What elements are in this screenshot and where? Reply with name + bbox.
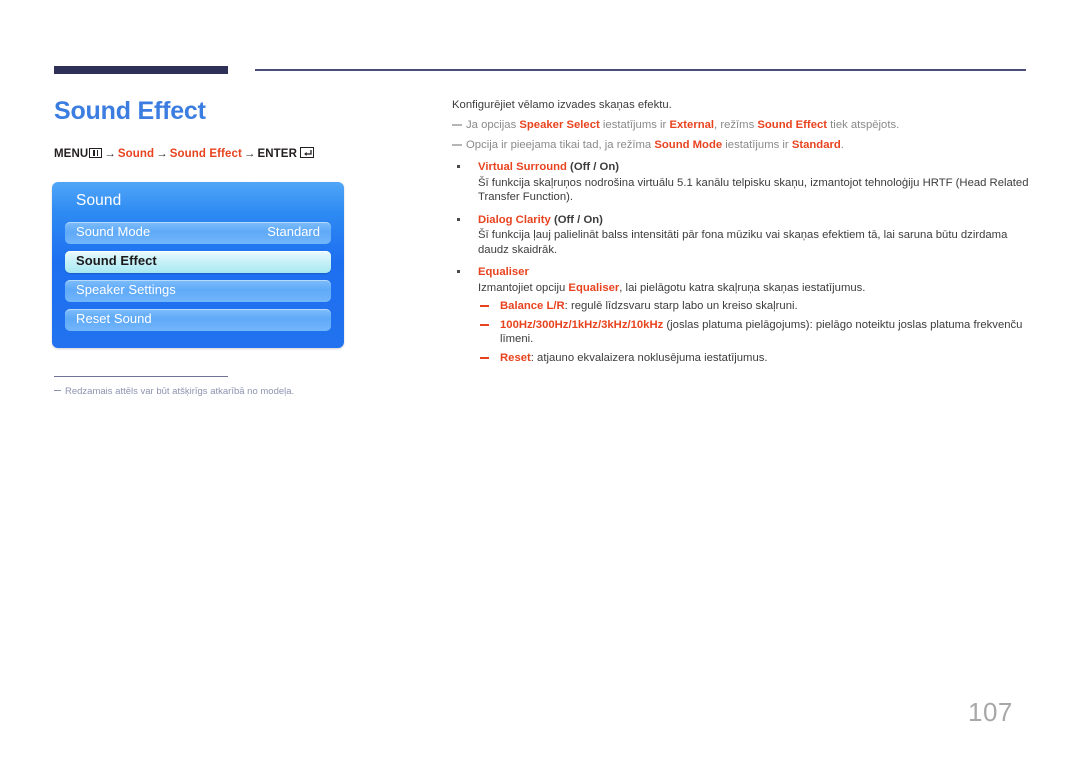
footnote: Redzamais attēls var būt atšķirīgs atkar… xyxy=(54,386,414,397)
note-bold-standard: Standard xyxy=(791,138,841,151)
note-text-part: Opcija ir pieejama tikai tad, ja režīma xyxy=(466,138,655,151)
osd-row-label: Speaker Settings xyxy=(76,282,176,297)
subbullet-term: Balance L/R xyxy=(500,300,565,312)
breadcrumb-arrow-1: → xyxy=(104,148,116,160)
page-number: 107 xyxy=(968,697,1013,727)
bullet-body: Izmantojiet opciju Equaliser, lai pielāg… xyxy=(478,281,1030,296)
note-dash-icon xyxy=(452,143,462,146)
bullet-heading: Virtual Surround (Off / On) xyxy=(478,160,1030,175)
subbullet-reset: Reset: atjauno ekvalaizera noklusējuma i… xyxy=(478,351,1030,366)
bullet-heading: Dialog Clarity (Off / On) xyxy=(478,213,1030,228)
page-title: Sound Effect xyxy=(54,97,206,125)
note-dash-icon xyxy=(452,124,462,126)
osd-row-label: Reset Sound xyxy=(76,311,152,326)
note-text-part: Ja opcijas xyxy=(466,119,520,131)
breadcrumb-item-sound-effect[interactable]: Sound Effect xyxy=(170,148,242,160)
note-text-part: . xyxy=(840,138,844,151)
bullet-heading-options: (Off / On) xyxy=(566,161,619,173)
breadcrumb-enter-label: ENTER xyxy=(257,148,297,160)
enter-return-icon xyxy=(299,147,314,158)
subbullet-frequency-bands: 100Hz/300Hz/1kHz/3kHz/10kHz (joslas plat… xyxy=(478,318,1030,347)
intro-paragraph: Konfigurējiet vēlamo izvades skaņas efek… xyxy=(452,99,672,111)
header-rule-thin xyxy=(255,69,1026,71)
osd-row-reset-sound[interactable]: Reset Sound xyxy=(65,309,331,331)
bullet-heading-name: Virtual Surround xyxy=(478,161,567,173)
footnote-text: Redzamais attēls var būt atšķirīgs atkar… xyxy=(65,386,295,397)
note-bold-sound-effect: Sound Effect xyxy=(757,119,828,131)
subbullet-dash-icon xyxy=(480,323,489,326)
subbullet-rest: : atjauno ekvalaizera noklusējuma iestat… xyxy=(530,351,768,364)
right-column: Konfigurējiet vēlamo izvades skaņas efek… xyxy=(452,98,1030,365)
breadcrumb-arrow-3: → xyxy=(243,148,256,160)
osd-panel-title: Sound xyxy=(76,192,122,209)
subbullet-term: Reset xyxy=(500,351,531,364)
note-bold-sound-mode: Sound Mode xyxy=(654,138,723,151)
subbullet-dash-icon xyxy=(480,356,489,359)
osd-row-speaker-settings[interactable]: Speaker Settings xyxy=(65,280,331,302)
osd-menu-list: Sound Mode Standard Sound Effect Speaker… xyxy=(65,222,331,338)
breadcrumb-arrow-2: → xyxy=(156,148,168,160)
bullet-heading-name: Dialog Clarity xyxy=(478,213,551,226)
note-text-part: iestatījums ir xyxy=(722,138,792,151)
bullet-body: Šī funkcija ļauj palielināt balss intens… xyxy=(478,229,1008,256)
osd-menu-panel: Sound Sound Mode Standard Sound Effect S… xyxy=(52,182,344,348)
note-text-part: tiek atspējots. xyxy=(827,119,900,131)
subbullet-dash-icon xyxy=(480,305,489,307)
dash-marker-icon xyxy=(54,390,61,391)
breadcrumb-item-sound[interactable]: Sound xyxy=(118,148,154,160)
bullet-dot-icon xyxy=(457,217,460,221)
osd-row-sound-effect[interactable]: Sound Effect xyxy=(65,251,331,273)
header-rule-thick xyxy=(54,66,228,74)
menu-bars-icon xyxy=(89,148,103,158)
note-bold-speaker-select: Speaker Select xyxy=(519,119,600,131)
note-text-part: iestatījums ir xyxy=(599,119,670,131)
bullet-body-part: , lai pielāgotu katra skaļruņa skaņas ie… xyxy=(619,281,866,294)
subbullet-balance-lr: Balance L/R: regulē līdzsvaru starp labo… xyxy=(478,299,1030,314)
bullet-virtual-surround: Virtual Surround (Off / On) Šī funkcija … xyxy=(452,160,1030,205)
bullet-body-part: Izmantojiet opciju xyxy=(478,281,569,294)
bullet-heading: Equaliser xyxy=(478,265,1030,280)
note-bold-external: External xyxy=(669,119,715,131)
note-sound-mode: Opcija ir pieejama tikai tad, ja režīma … xyxy=(452,138,1030,153)
osd-row-value: Standard xyxy=(267,224,320,239)
subbullet-term: 100Hz/300Hz/1kHz/3kHz/10kHz xyxy=(500,318,664,331)
bullet-dot-icon xyxy=(457,165,460,168)
bullet-body: Šī funkcija skaļruņos nodrošina virtuālu… xyxy=(478,176,1029,204)
breadcrumb: MENU → Sound → Sound Effect → ENTER xyxy=(54,147,434,160)
bullet-heading-options: (Off / On) xyxy=(550,213,603,226)
osd-row-label: Sound Effect xyxy=(76,253,157,268)
bullet-dot-icon xyxy=(457,270,460,273)
breadcrumb-menu-label: MENU xyxy=(54,148,89,160)
footnote-rule xyxy=(54,376,228,377)
bullet-body-bold-equaliser: Equaliser xyxy=(568,281,620,294)
osd-row-sound-mode[interactable]: Sound Mode Standard xyxy=(65,222,331,244)
subbullet-rest: : regulē līdzsvaru starp labo un kreiso … xyxy=(564,300,798,312)
note-text-part: , režīms xyxy=(714,119,758,131)
bullet-dialog-clarity: Dialog Clarity (Off / On) Šī funkcija ļa… xyxy=(452,213,1030,258)
bullet-heading-name: Equaliser xyxy=(478,266,529,278)
bullet-equaliser: Equaliser Izmantojiet opciju Equaliser, … xyxy=(452,265,1030,365)
left-column: Sound Effect MENU → Sound → Sound Effect → ENT… xyxy=(54,96,434,160)
note-speaker-select: Ja opcijas Speaker Select iestatījums ir… xyxy=(452,118,1030,133)
osd-row-label: Sound Mode xyxy=(76,224,151,239)
